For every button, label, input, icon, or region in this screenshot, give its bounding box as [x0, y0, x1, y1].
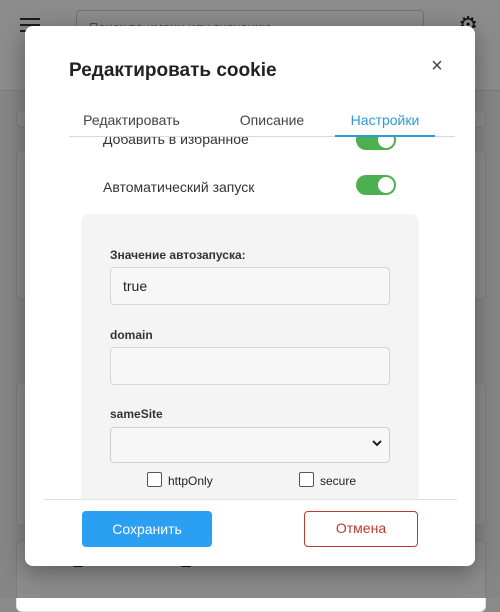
- tab-settings[interactable]: Настройки: [335, 110, 435, 136]
- tab-description[interactable]: Описание: [217, 110, 327, 136]
- secure-checkbox[interactable]: [299, 472, 314, 487]
- autostart-settings-panel: Значение автозапуска: true domain sameSi…: [81, 214, 419, 499]
- samesite-label: sameSite: [110, 407, 163, 421]
- favorite-label: Добавить в избранное: [103, 137, 249, 147]
- close-icon[interactable]: ×: [429, 56, 445, 76]
- autostart-label: Автоматический запуск: [103, 179, 255, 195]
- footer-divider: [43, 499, 457, 500]
- edit-cookie-dialog: Редактировать cookie × Редактировать Опи…: [25, 26, 475, 566]
- chevron-down-icon: [372, 440, 382, 447]
- autostart-toggle[interactable]: [356, 175, 396, 195]
- domain-input[interactable]: [110, 347, 390, 385]
- save-button[interactable]: Сохранить: [82, 511, 212, 547]
- settings-scroll-area[interactable]: Добавить в избранное Автоматический запу…: [25, 137, 475, 499]
- favorite-toggle[interactable]: [356, 137, 396, 150]
- cancel-button[interactable]: Отмена: [304, 511, 418, 547]
- tab-edit[interactable]: Редактировать: [69, 110, 194, 136]
- autostart-value-input[interactable]: true: [110, 267, 390, 305]
- httponly-checkbox[interactable]: [147, 472, 162, 487]
- samesite-select[interactable]: [110, 427, 390, 463]
- secure-label: secure: [320, 474, 357, 488]
- autostart-value-label: Значение автозапуска:: [110, 248, 246, 262]
- dialog-title: Редактировать cookie: [69, 60, 277, 81]
- httponly-label: httpOnly: [168, 474, 213, 488]
- tab-bar: Редактировать Описание Настройки: [69, 110, 455, 137]
- domain-label: domain: [110, 328, 153, 342]
